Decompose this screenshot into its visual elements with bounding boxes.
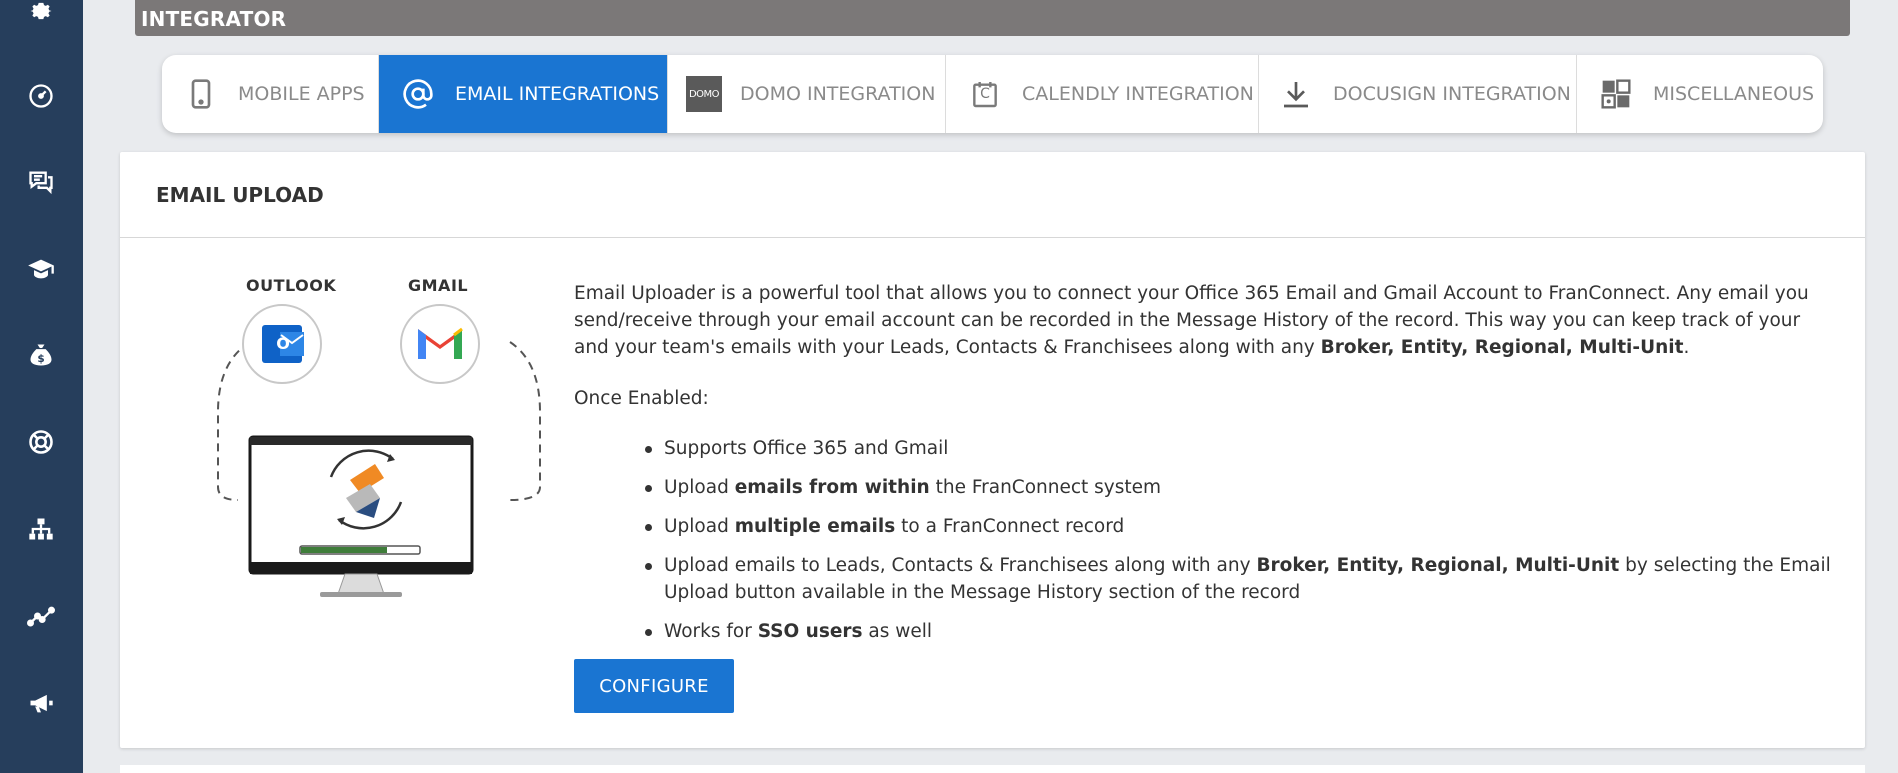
next-card-edge bbox=[120, 765, 1865, 773]
configure-button[interactable]: CONFIGURE bbox=[574, 659, 734, 713]
integrator-header-bar: INTEGRATOR bbox=[135, 0, 1850, 36]
tab-domo-integration[interactable]: DOMO DOMO INTEGRATION bbox=[668, 55, 946, 133]
tab-docusign-integration[interactable]: DOCUSIGN INTEGRATION bbox=[1259, 55, 1577, 133]
trend-line-icon[interactable] bbox=[26, 601, 56, 631]
tab-miscellaneous[interactable]: MISCELLANEOUS bbox=[1577, 55, 1823, 133]
email-upload-illustration: OUTLOOK GMAIL O bbox=[210, 272, 550, 612]
tab-email-integrations[interactable]: EMAIL INTEGRATIONS bbox=[379, 55, 668, 133]
feature-list: Supports Office 365 and Gmail Upload ema… bbox=[645, 435, 1834, 657]
tab-label: DOCUSIGN INTEGRATION bbox=[1333, 83, 1571, 105]
card-header: EMAIL UPLOAD bbox=[120, 152, 1865, 238]
grid-icon bbox=[1599, 77, 1633, 111]
tab-label: MOBILE APPS bbox=[238, 83, 365, 105]
sidebar: $ bbox=[0, 0, 83, 773]
money-bag-icon[interactable]: $ bbox=[26, 340, 56, 370]
tab-calendly-integration[interactable]: C CALENDLY INTEGRATION bbox=[946, 55, 1259, 133]
once-enabled-label: Once Enabled: bbox=[574, 388, 709, 409]
page-title: INTEGRATOR bbox=[141, 7, 287, 31]
tab-mobile-apps[interactable]: MOBILE APPS bbox=[162, 55, 379, 133]
list-item: Upload emails from within the FranConnec… bbox=[645, 474, 1834, 501]
graduation-cap-icon[interactable] bbox=[26, 254, 56, 284]
at-sign-icon bbox=[401, 77, 435, 111]
list-item: Supports Office 365 and Gmail bbox=[645, 435, 1834, 462]
gauge-icon[interactable] bbox=[26, 81, 56, 111]
integration-tabs: MOBILE APPS EMAIL INTEGRATIONS DOMO DOMO… bbox=[162, 55, 1823, 133]
megaphone-icon[interactable] bbox=[26, 688, 56, 718]
tab-label: DOMO INTEGRATION bbox=[740, 83, 936, 105]
tab-label: EMAIL INTEGRATIONS bbox=[455, 83, 660, 105]
hierarchy-icon[interactable] bbox=[26, 514, 56, 544]
download-icon bbox=[1279, 77, 1313, 111]
list-item: Upload emails to Leads, Contacts & Franc… bbox=[645, 552, 1834, 606]
list-item: Upload multiple emails to a FranConnect … bbox=[645, 513, 1834, 540]
tab-label: MISCELLANEOUS bbox=[1653, 83, 1815, 105]
list-item: Works for SSO users as well bbox=[645, 618, 1834, 645]
calendly-icon: C bbox=[968, 77, 1002, 111]
outlook-icon: O bbox=[276, 334, 290, 353]
svg-text:$: $ bbox=[37, 353, 44, 365]
gear-icon[interactable] bbox=[26, 0, 56, 26]
chat-icon[interactable] bbox=[26, 167, 56, 197]
lifebuoy-icon[interactable] bbox=[26, 427, 56, 457]
email-upload-card: EMAIL UPLOAD OUTLOOK GMAIL O Email Uploa… bbox=[120, 152, 1865, 748]
mobile-phone-icon bbox=[184, 77, 218, 111]
tab-label: CALENDLY INTEGRATION bbox=[1022, 83, 1254, 105]
domo-logo-icon: DOMO bbox=[686, 76, 722, 112]
card-title: EMAIL UPLOAD bbox=[156, 182, 324, 207]
email-upload-description: Email Uploader is a powerful tool that a… bbox=[574, 283, 1809, 358]
